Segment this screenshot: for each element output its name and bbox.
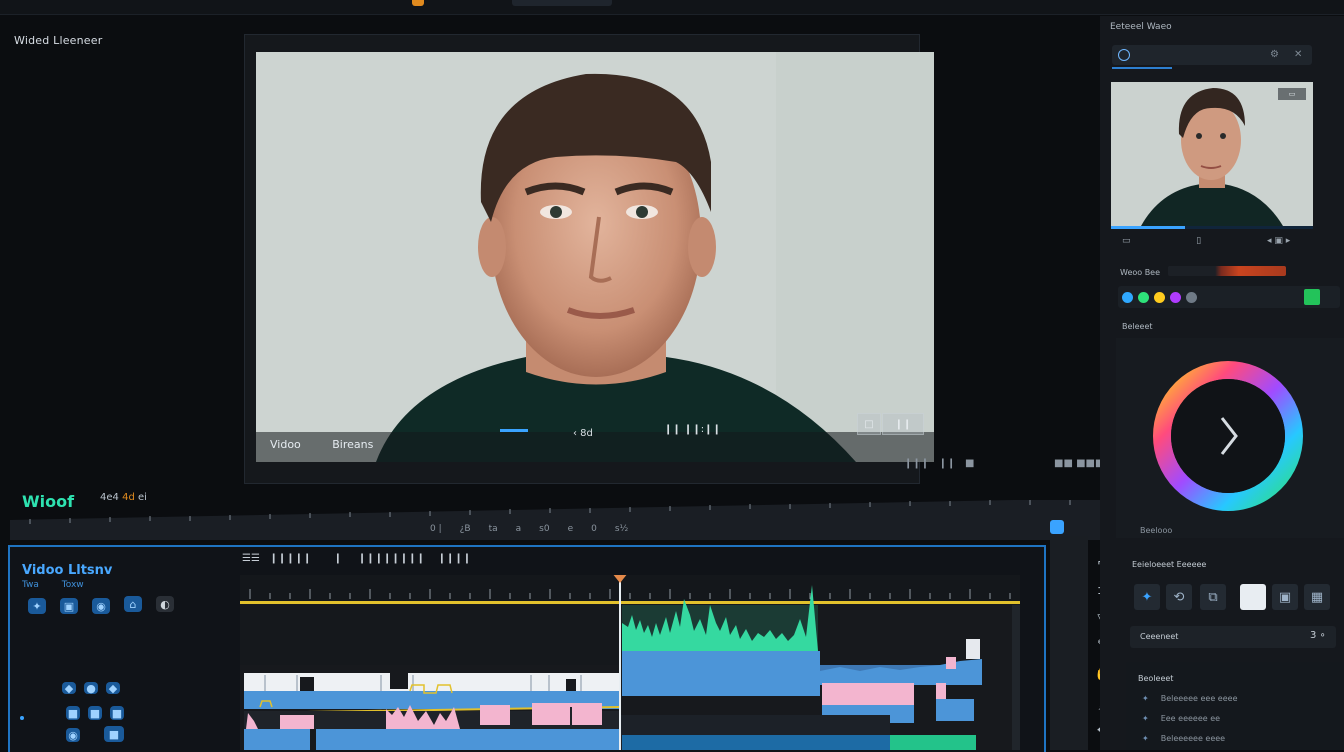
inspector-header: Eeteeel Waeo bbox=[1110, 22, 1172, 32]
track-lock-icon[interactable]: ◆ bbox=[62, 682, 76, 695]
list-item[interactable]: ✦ Beleeeeee eeee bbox=[1142, 734, 1225, 743]
top-bar bbox=[0, 0, 1344, 15]
track-marker bbox=[20, 716, 24, 720]
viewer-fullscreen-button[interactable]: ❙❙ bbox=[882, 413, 924, 435]
track2-mute-icon[interactable]: ■ bbox=[110, 706, 124, 720]
property-field-label: Ceeeneet bbox=[1140, 632, 1179, 641]
tags-label: Weoo Bee bbox=[1120, 268, 1161, 277]
fx-frame-icon[interactable]: ▦ bbox=[1304, 584, 1330, 610]
thumbnail-controls[interactable]: ▭ ▯ ◂ ▣ ▸ bbox=[1122, 236, 1290, 246]
timeline-title: Vidoo Lltsnv bbox=[22, 563, 113, 578]
app-logo-icon bbox=[412, 0, 424, 6]
ruler-labels: 0 | ¿B ta a s0 e 0 s½ bbox=[430, 524, 770, 534]
person-portrait-image bbox=[256, 52, 934, 462]
home-icon[interactable]: ⌂ bbox=[124, 596, 142, 612]
color-tags[interactable] bbox=[1118, 286, 1340, 308]
viewer-tools[interactable]: ❙❙❙ ❙❙ ■ bbox=[904, 458, 974, 469]
ruler-label: ¿B bbox=[459, 524, 471, 534]
color-wheel-caption: Beelooo bbox=[1140, 526, 1173, 535]
ruler-label: s0 bbox=[539, 524, 550, 534]
timeline-tracks[interactable] bbox=[240, 575, 1020, 750]
camera-icon[interactable]: ▣ bbox=[60, 598, 78, 614]
snap-toggle-icon[interactable] bbox=[1050, 520, 1064, 534]
inspector-search-input[interactable]: ⚙ ✕ bbox=[1112, 45, 1312, 65]
ruler-label: s½ bbox=[614, 524, 629, 534]
track2-eye-icon[interactable]: ■ bbox=[88, 706, 102, 720]
list-item[interactable]: ✦ Beleeeee eee eeee bbox=[1142, 694, 1237, 703]
color-wheel[interactable] bbox=[1116, 338, 1344, 538]
viewer-timecode: ‹ 8d bbox=[573, 428, 593, 439]
fx-icon[interactable]: ✦ bbox=[28, 598, 46, 614]
track3-eye-icon[interactable]: ■ bbox=[104, 726, 124, 742]
color-wheel-panel bbox=[1116, 338, 1344, 538]
track2-lock-icon[interactable]: ■ bbox=[66, 706, 80, 720]
ruler-label: a bbox=[515, 524, 522, 534]
timeline-subtitle: Twa Toxw bbox=[22, 580, 84, 590]
tool-column-track bbox=[1050, 536, 1088, 750]
ruler-label: ta bbox=[488, 524, 498, 534]
viewer-frame-count: ❙❙ ❙❙:❙❙ bbox=[664, 424, 721, 435]
thumbnail-scrubber-fill bbox=[1111, 226, 1185, 229]
tag-blue[interactable] bbox=[1122, 292, 1133, 303]
tag-green[interactable] bbox=[1138, 292, 1149, 303]
app-title: Wided Lleeneer bbox=[14, 34, 103, 47]
timeline-ruler[interactable] bbox=[10, 500, 1114, 540]
timeline-tracks-svg[interactable] bbox=[240, 575, 1020, 750]
property-list-label: Beoleeet bbox=[1138, 674, 1174, 683]
video-preview[interactable] bbox=[256, 52, 934, 462]
tag-purple[interactable] bbox=[1170, 292, 1181, 303]
viewer-safe-area-button[interactable]: □ bbox=[857, 413, 881, 435]
thumbnail-portrait-image bbox=[1111, 82, 1313, 226]
track-eye-icon[interactable]: ● bbox=[84, 682, 98, 695]
fx-crop-icon[interactable]: ⟲ bbox=[1166, 584, 1192, 610]
close-icon[interactable]: ✕ bbox=[1294, 49, 1302, 60]
list-item[interactable]: ✦ Eee eeeeee ee bbox=[1142, 714, 1220, 723]
tag-yellow[interactable] bbox=[1154, 292, 1165, 303]
timeline-toolbar[interactable]: ☰☰ ❙❙❙❙❙ ❙ ❙❙❙❙❙❙❙❙ ❙❙❙❙ bbox=[242, 553, 471, 564]
track-mute-icon[interactable]: ◆ bbox=[106, 682, 120, 695]
thumbnail-badge: ▭ bbox=[1278, 88, 1306, 100]
tag-gray[interactable] bbox=[1186, 292, 1197, 303]
effects-label: Eeieloeeet Eeeeee bbox=[1132, 560, 1207, 569]
level-meter bbox=[1168, 266, 1286, 276]
color-section-label: Beleeet bbox=[1122, 322, 1153, 331]
viewer-clip-label: Vidoo Bireans bbox=[270, 438, 374, 451]
ruler-label: 0 bbox=[591, 524, 597, 534]
source-thumbnail[interactable] bbox=[1111, 82, 1313, 226]
fx-mask-icon[interactable] bbox=[1240, 584, 1266, 610]
top-search-field[interactable] bbox=[512, 0, 612, 6]
settings-icon[interactable]: ⚙ bbox=[1270, 49, 1279, 60]
toggle-icon[interactable]: ◐ bbox=[156, 596, 174, 612]
chat-icon[interactable]: ◉ bbox=[92, 598, 110, 614]
track3-lock-icon[interactable]: ◉ bbox=[66, 728, 80, 742]
ruler-label: 0 | bbox=[430, 524, 442, 534]
fx-image-icon[interactable]: ▣ bbox=[1272, 584, 1298, 610]
property-field-value[interactable]: 3 ∘ bbox=[1310, 630, 1326, 641]
ruler-label: e bbox=[567, 524, 574, 534]
fx-transform-icon[interactable]: ⧉ bbox=[1200, 584, 1226, 610]
search-icon bbox=[1118, 49, 1130, 61]
fx-pin-icon[interactable]: ✦ bbox=[1134, 584, 1160, 610]
search-underline bbox=[1112, 67, 1172, 69]
viewer-progress-bar[interactable] bbox=[500, 429, 528, 432]
tag-apply-button[interactable] bbox=[1304, 289, 1320, 305]
